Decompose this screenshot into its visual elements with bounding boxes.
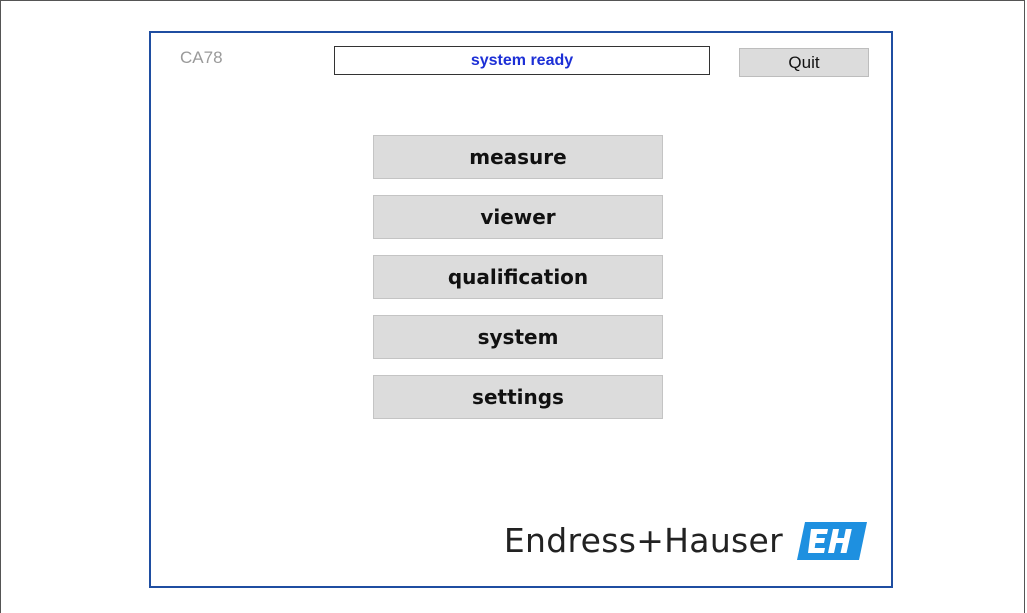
brand-footer: Endress+Hauser — [504, 521, 867, 560]
device-id-label: CA78 — [180, 48, 223, 67]
viewer-button[interactable]: viewer — [373, 195, 663, 239]
main-window: CA78 system ready Quit measure viewer qu… — [149, 31, 893, 588]
brand-name: Endress+Hauser — [503, 521, 783, 560]
system-button[interactable]: system — [373, 315, 663, 359]
settings-button[interactable]: settings — [373, 375, 663, 419]
endress-hauser-logo-icon — [797, 521, 867, 560]
status-display: system ready — [334, 46, 710, 75]
quit-button[interactable]: Quit — [739, 48, 869, 77]
measure-button[interactable]: measure — [373, 135, 663, 179]
qualification-button[interactable]: qualification — [373, 255, 663, 299]
main-menu: measure viewer qualification system sett… — [373, 135, 663, 435]
